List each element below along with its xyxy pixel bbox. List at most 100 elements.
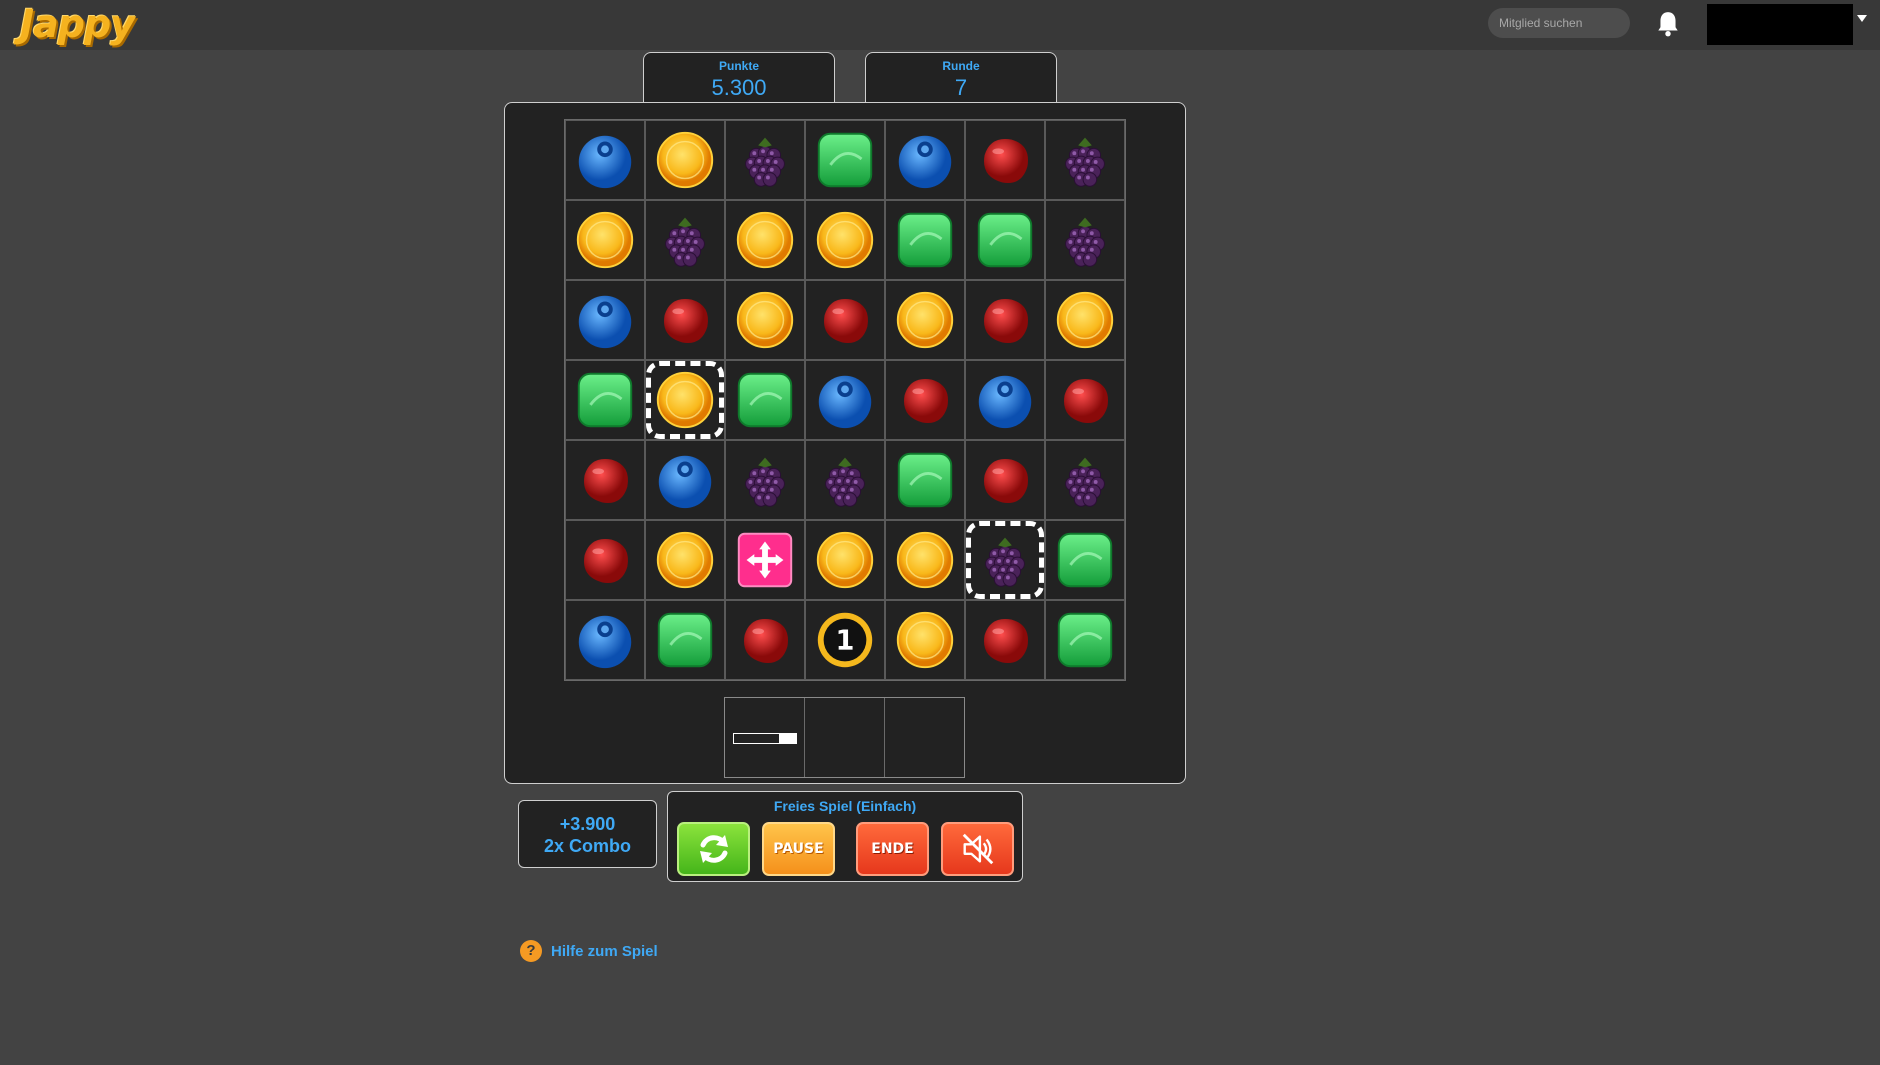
cherry-piece [971,606,1039,674]
pause-button[interactable]: PAUSE [762,822,835,876]
board-cell[interactable] [645,200,725,280]
board-cell[interactable] [565,200,645,280]
board-cell[interactable] [645,120,725,200]
round-value: 7 [954,75,968,100]
lime-piece [571,366,639,434]
board-cell[interactable] [725,440,805,520]
board-cell[interactable] [725,280,805,360]
board-cell[interactable] [565,600,645,680]
board-cell[interactable] [725,200,805,280]
user-profile-box[interactable] [1707,4,1853,45]
board-cell[interactable] [645,600,725,680]
board-cell[interactable] [965,120,1045,200]
board-cell[interactable] [565,440,645,520]
board-cell[interactable] [725,360,805,440]
orange-piece [651,366,719,434]
blueberry-piece [891,126,959,194]
blueberry-piece [971,366,1039,434]
board-cell[interactable] [885,360,965,440]
board-cell[interactable] [1045,600,1125,680]
mute-button[interactable] [941,822,1014,876]
pink-cross-bonus-piece [731,526,799,594]
board-cell[interactable] [1045,520,1125,600]
points-label: Punkte [718,59,759,73]
board-cell[interactable] [885,600,965,680]
game-board: 1 [564,119,1126,681]
bonus-slot[interactable] [725,698,805,777]
cherry-piece [971,446,1039,514]
board-cell[interactable] [565,360,645,440]
help-label: Hilfe zum Spiel [551,942,658,960]
bonus-progress-bar [733,733,797,744]
board-cell[interactable] [965,600,1045,680]
bonus-slot[interactable] [885,698,964,777]
board-cell[interactable] [965,360,1045,440]
board-cell[interactable] [805,360,885,440]
chevron-down-icon[interactable] [1857,15,1867,22]
blackberry-piece [971,526,1039,594]
board-cell[interactable] [805,120,885,200]
jappy-logo[interactable]: Jappy [20,2,135,46]
bonus-slots [724,697,965,778]
board-cell[interactable] [1045,280,1125,360]
bonus-progress-fill [778,734,796,743]
cherry-piece [971,286,1039,354]
speaker-muted-icon [962,833,993,865]
blueberry-piece [651,446,719,514]
cherry-piece [891,366,959,434]
board-cell[interactable] [1045,120,1125,200]
board-cell[interactable] [885,120,965,200]
lime-piece [971,206,1039,274]
board-cell[interactable] [805,440,885,520]
board-cell[interactable] [725,120,805,200]
points-value: 5.300 [711,75,767,100]
board-cell[interactable] [725,600,805,680]
board-cell[interactable] [645,440,725,520]
cherry-piece [1051,366,1119,434]
restart-button[interactable] [677,822,750,876]
end-button[interactable]: ENDE [856,822,929,876]
blueberry-piece [811,366,879,434]
cherry-piece [971,126,1039,194]
board-cell[interactable] [885,440,965,520]
lime-piece [651,606,719,674]
board-cell[interactable]: 1 [805,600,885,680]
board-cell[interactable] [645,360,725,440]
board-cell[interactable] [645,280,725,360]
cherry-piece [571,526,639,594]
top-bar: Jappy [0,0,1880,50]
board-cell[interactable] [645,520,725,600]
board-cell[interactable] [965,440,1045,520]
board-cell[interactable] [1045,200,1125,280]
cherry-piece [811,286,879,354]
board-cell[interactable] [565,520,645,600]
blueberry-piece [571,606,639,674]
board-cell[interactable] [1045,360,1125,440]
board-cell[interactable] [965,200,1045,280]
board-cell[interactable] [885,520,965,600]
bonus-slot[interactable] [805,698,885,777]
board-cell[interactable] [805,280,885,360]
board-cell[interactable] [965,520,1045,600]
board-cell[interactable] [885,280,965,360]
blackberry-piece [1051,206,1119,274]
board-cell[interactable] [725,520,805,600]
blueberry-piece [571,286,639,354]
orange-piece [811,526,879,594]
help-link[interactable]: ? Hilfe zum Spiel [520,940,658,962]
board-cell[interactable] [565,120,645,200]
combo-text: 2x Combo [543,836,631,856]
orange-piece [731,286,799,354]
board-cell[interactable] [805,200,885,280]
orange-piece [571,206,639,274]
notification-bell-icon[interactable] [1655,10,1681,38]
board-cell[interactable] [1045,440,1125,520]
board-cell[interactable] [565,280,645,360]
board-cell[interactable] [805,520,885,600]
board-cell[interactable] [965,280,1045,360]
board-cell[interactable] [885,200,965,280]
orange-piece [651,126,719,194]
game-controls: Freies Spiel (Einfach) PAUSE ENDE [667,791,1023,882]
member-search-input[interactable] [1488,8,1630,38]
refresh-icon [699,835,728,863]
